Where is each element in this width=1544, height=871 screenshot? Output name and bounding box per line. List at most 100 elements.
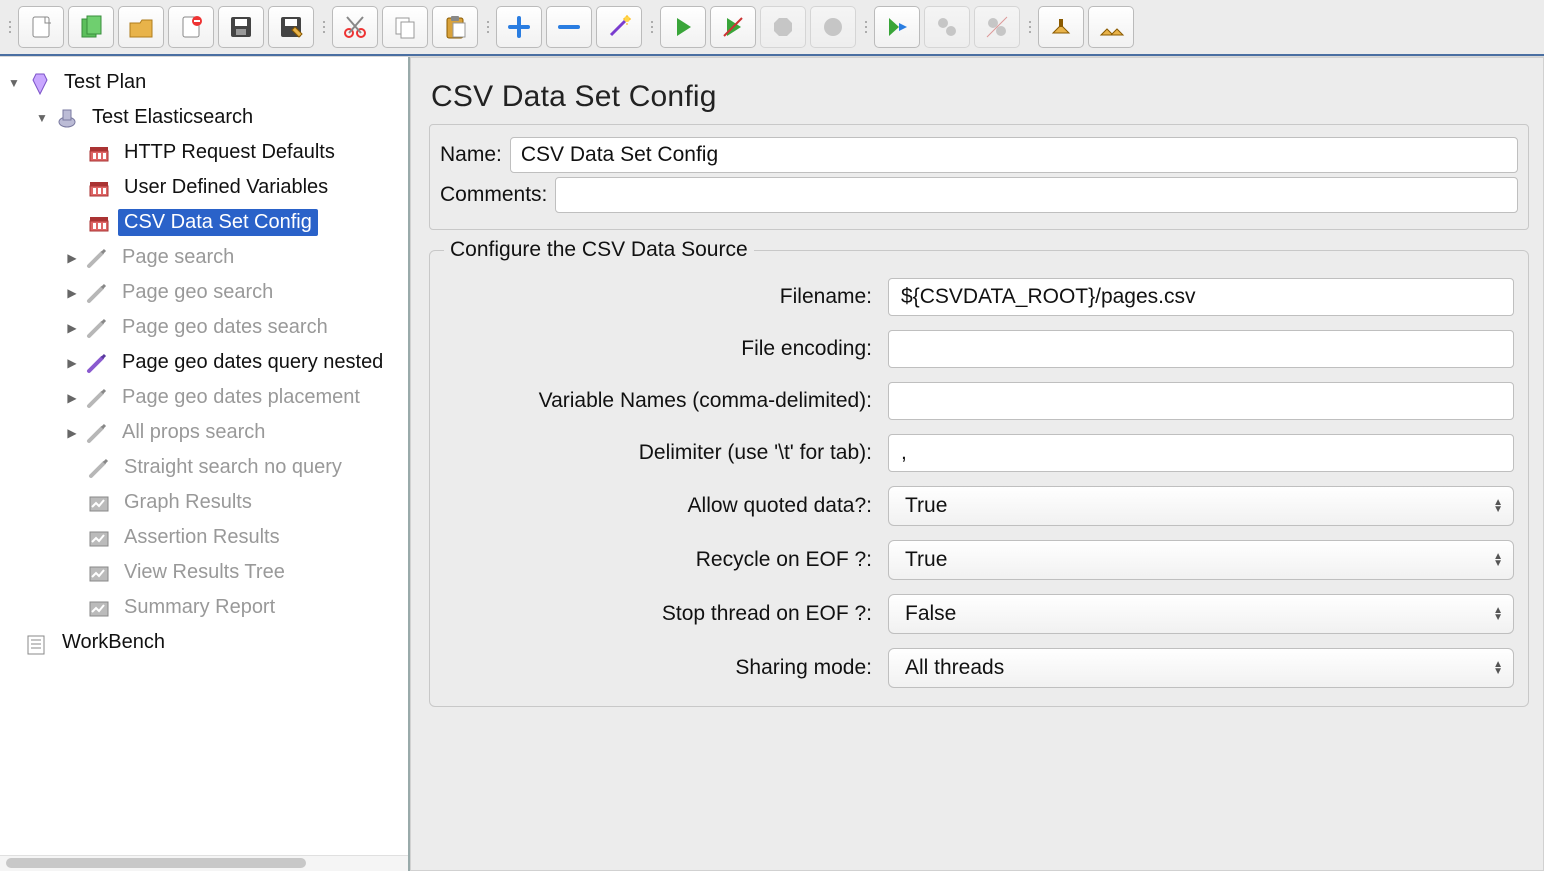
sampler-icon	[82, 420, 112, 446]
tree-node-all-props-search[interactable]: ▶ All props search	[0, 415, 408, 450]
tree-label: Page search	[116, 244, 240, 271]
delimiter-label: Delimiter (use '\t' for tab):	[444, 441, 874, 465]
delimiter-input[interactable]	[888, 434, 1514, 472]
plus-icon	[505, 13, 533, 41]
tree-label: User Defined Variables	[118, 174, 334, 201]
tree-node-user-vars[interactable]: User Defined Variables	[0, 170, 408, 205]
shutdown-button[interactable]	[810, 6, 856, 48]
tree-node-assertion-results[interactable]: Assertion Results	[0, 520, 408, 555]
minus-icon	[555, 13, 583, 41]
remote-start-icon	[883, 13, 911, 41]
tree-node-graph-results[interactable]: Graph Results	[0, 485, 408, 520]
disclosure-icon[interactable]: ▶	[64, 321, 80, 335]
tree-node-view-results-tree[interactable]: View Results Tree	[0, 555, 408, 590]
disclosure-icon[interactable]: ▶	[64, 286, 80, 300]
toolbar	[0, 0, 1544, 56]
clear-all-button[interactable]	[1088, 6, 1134, 48]
tree-node-page-search[interactable]: ▶ Page search	[0, 240, 408, 275]
play-icon	[669, 13, 697, 41]
allow-quoted-select[interactable]: True ▲▼	[888, 486, 1514, 526]
remote-stop-all-button[interactable]	[924, 6, 970, 48]
tree-horizontal-scrollbar[interactable]	[0, 855, 408, 871]
tree-label: Page geo dates placement	[116, 384, 366, 411]
cut-icon	[341, 13, 369, 41]
paste-button[interactable]	[432, 6, 478, 48]
save-as-button[interactable]	[268, 6, 314, 48]
templates-icon	[77, 13, 105, 41]
broom-icon	[1047, 13, 1075, 41]
wand-icon	[605, 13, 633, 41]
tree-label: WorkBench	[56, 629, 171, 656]
tree-label: Summary Report	[118, 594, 281, 621]
encoding-input[interactable]	[888, 330, 1514, 368]
chevron-updown-icon: ▲▼	[1493, 607, 1503, 621]
clear-button[interactable]	[1038, 6, 1084, 48]
tree-node-csv-config[interactable]: CSV Data Set Config	[0, 205, 408, 240]
save-button[interactable]	[218, 6, 264, 48]
test-plan-tree[interactable]: ▼ Test Plan ▼ Test Elasticsearch HTTP Re…	[0, 57, 408, 855]
select-value: True	[905, 494, 947, 518]
chevron-updown-icon: ▲▼	[1493, 499, 1503, 513]
sharing-label: Sharing mode:	[444, 656, 874, 680]
remote-shutdown-all-button[interactable]	[974, 6, 1020, 48]
comments-label: Comments:	[440, 183, 547, 207]
tree-label: HTTP Request Defaults	[118, 139, 341, 166]
tree-label: Test Elasticsearch	[86, 104, 259, 131]
open-icon	[127, 13, 155, 41]
disclosure-icon[interactable]: ▶	[64, 251, 80, 265]
stop-select[interactable]: False ▲▼	[888, 594, 1514, 634]
tree-node-page-geo-dates-search[interactable]: ▶ Page geo dates search	[0, 310, 408, 345]
new-button[interactable]	[18, 6, 64, 48]
sharing-select[interactable]: All threads ▲▼	[888, 648, 1514, 688]
remove-button[interactable]	[546, 6, 592, 48]
recycle-select[interactable]: True ▲▼	[888, 540, 1514, 580]
stop-button[interactable]	[760, 6, 806, 48]
start-no-timers-button[interactable]	[710, 6, 756, 48]
tree-node-straight-search[interactable]: Straight search no query	[0, 450, 408, 485]
templates-button[interactable]	[68, 6, 114, 48]
tree-label: All props search	[116, 419, 271, 446]
tree-node-test-plan[interactable]: ▼ Test Plan	[0, 65, 408, 100]
disclosure-icon[interactable]: ▶	[64, 356, 80, 370]
disclosure-icon[interactable]: ▼	[34, 111, 50, 125]
tree-label: Assertion Results	[118, 524, 286, 551]
sampler-icon	[84, 455, 114, 481]
tree-panel: ▼ Test Plan ▼ Test Elasticsearch HTTP Re…	[0, 57, 410, 871]
scrollbar-thumb[interactable]	[6, 858, 306, 868]
name-comments-box: Name: Comments:	[429, 124, 1529, 230]
disclosure-icon[interactable]: ▼	[6, 76, 22, 90]
add-button[interactable]	[496, 6, 542, 48]
start-button[interactable]	[660, 6, 706, 48]
copy-icon	[391, 13, 419, 41]
tree-node-workbench[interactable]: WorkBench	[0, 625, 408, 660]
name-label: Name:	[440, 143, 502, 167]
name-input[interactable]	[510, 137, 1518, 173]
wizard-button[interactable]	[596, 6, 642, 48]
config-icon	[84, 140, 114, 166]
play-slash-icon	[719, 13, 747, 41]
disclosure-icon[interactable]: ▶	[64, 391, 80, 405]
tree-label: Straight search no query	[118, 454, 348, 481]
copy-button[interactable]	[382, 6, 428, 48]
tree-node-summary-report[interactable]: Summary Report	[0, 590, 408, 625]
open-button[interactable]	[118, 6, 164, 48]
tree-node-thread-group[interactable]: ▼ Test Elasticsearch	[0, 100, 408, 135]
tree-node-http-defaults[interactable]: HTTP Request Defaults	[0, 135, 408, 170]
select-value: All threads	[905, 656, 1004, 680]
close-icon	[177, 13, 205, 41]
varnames-input[interactable]	[888, 382, 1514, 420]
tree-label: Page geo dates query nested	[116, 349, 389, 376]
select-value: True	[905, 548, 947, 572]
filename-input[interactable]	[888, 278, 1514, 316]
tree-node-page-geo-dates-query[interactable]: ▶ Page geo dates query nested	[0, 345, 408, 380]
comments-input[interactable]	[555, 177, 1518, 213]
remote-start-button[interactable]	[874, 6, 920, 48]
sampler-icon	[82, 385, 112, 411]
tree-label: Page geo dates search	[116, 314, 334, 341]
close-button[interactable]	[168, 6, 214, 48]
chevron-updown-icon: ▲▼	[1493, 661, 1503, 675]
disclosure-icon[interactable]: ▶	[64, 426, 80, 440]
tree-node-page-geo-dates-placement[interactable]: ▶ Page geo dates placement	[0, 380, 408, 415]
tree-node-page-geo-search[interactable]: ▶ Page geo search	[0, 275, 408, 310]
cut-button[interactable]	[332, 6, 378, 48]
